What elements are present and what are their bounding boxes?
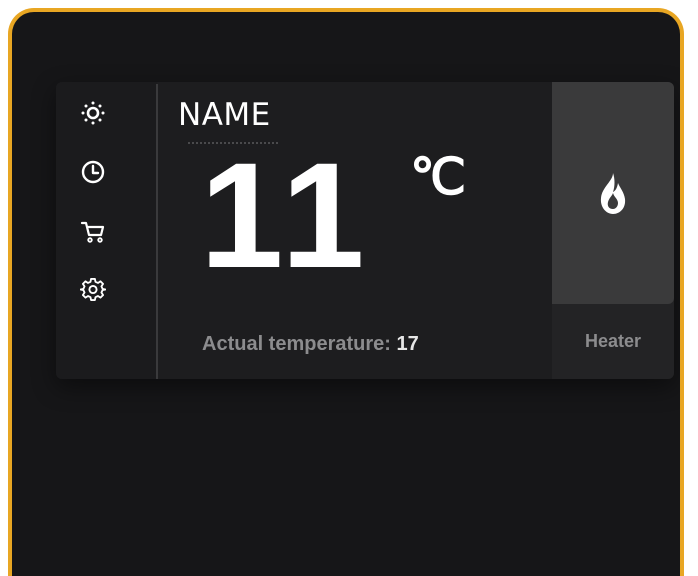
actual-temperature: Actual temperature: 17 (202, 334, 419, 354)
sun-button[interactable] (76, 96, 110, 130)
temperature-display: NAME 11 ℃ Actual temperature: 17 (158, 82, 552, 379)
heater-icon-area (552, 82, 674, 304)
actual-temperature-label: Actual temperature: (202, 333, 391, 355)
thermostat-panel: NAME 11 ℃ Actual temperature: 17 Heater (56, 82, 674, 379)
cart-button[interactable] (76, 215, 110, 249)
cart-icon (80, 221, 105, 243)
device-frame: NAME 11 ℃ Actual temperature: 17 Heater (8, 8, 684, 576)
clock-button[interactable] (76, 155, 110, 189)
actual-temperature-value: 17 (396, 333, 419, 355)
temperature-unit: ℃ (410, 149, 467, 205)
flame-icon (600, 173, 626, 214)
set-temperature: 11 (200, 131, 371, 299)
gear-icon (80, 278, 106, 301)
sidebar (56, 82, 157, 379)
settings-button[interactable] (76, 273, 110, 307)
device-name[interactable]: NAME (178, 100, 271, 131)
sun-icon (81, 101, 105, 125)
clock-icon (81, 160, 105, 184)
heater-label: Heater (584, 331, 642, 351)
heater-button[interactable]: Heater (552, 82, 674, 379)
